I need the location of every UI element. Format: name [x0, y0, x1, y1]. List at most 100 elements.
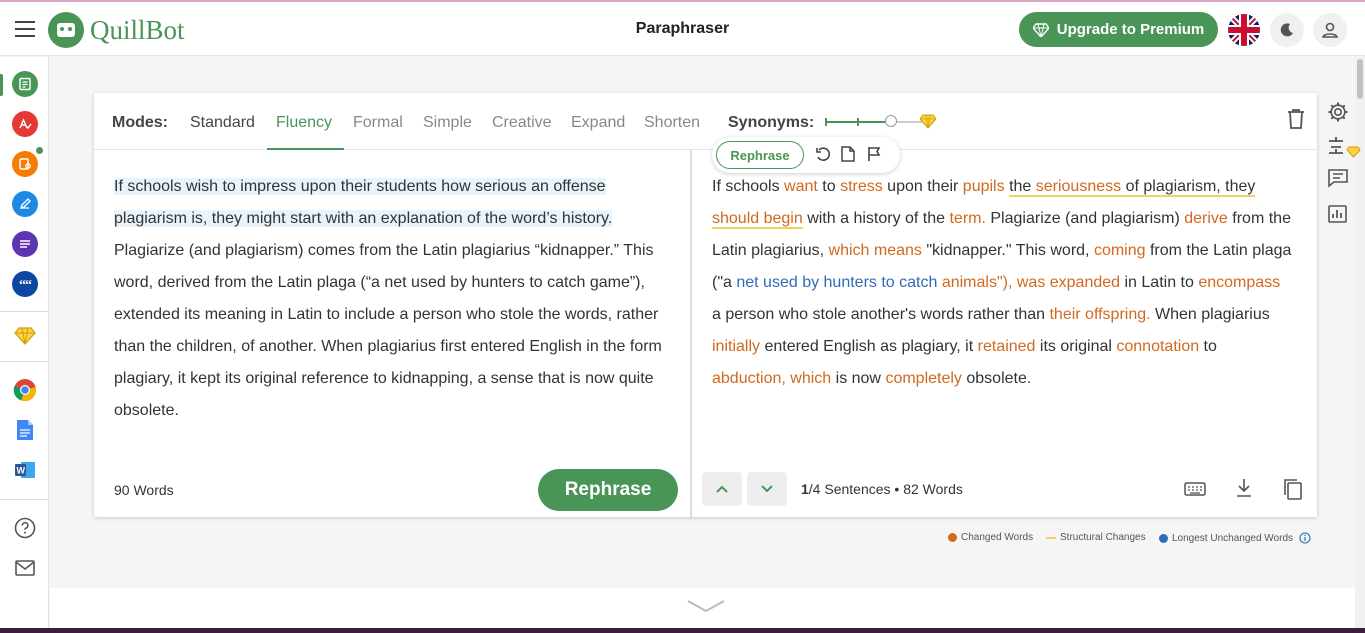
left-sidebar: ““ W	[0, 57, 49, 633]
sidebar-item-summarizer[interactable]	[12, 231, 38, 257]
mode-standard[interactable]: Standard	[190, 114, 255, 132]
sentence-total: /4 Sentences	[808, 481, 891, 497]
output-segment-ch[interactable]: connotation	[1116, 338, 1199, 355]
output-segment: is now	[831, 370, 886, 387]
sidebar-item-grammar-checker[interactable]	[12, 111, 38, 137]
output-segment-ch[interactable]: derive	[1184, 210, 1228, 227]
output-segment-ch[interactable]: encompass	[1198, 274, 1280, 291]
undo-icon[interactable]	[815, 146, 831, 162]
svg-text:“: “	[25, 278, 32, 291]
previous-sentence-button[interactable]	[702, 472, 742, 506]
output-segment: to	[1199, 338, 1217, 355]
structural-dash	[1046, 536, 1056, 539]
chevron-up-icon	[716, 485, 728, 493]
copy-icon[interactable]	[1282, 477, 1304, 501]
output-segment-ch[interactable]: their offspring.	[1049, 306, 1150, 323]
output-segment-ch[interactable]: coming	[1094, 242, 1146, 259]
sidebar-divider	[0, 311, 49, 312]
output-segment-ch[interactable]: seriousness	[1035, 178, 1122, 197]
output-segment: Plagiarize (and plagiarism)	[985, 210, 1185, 227]
flag-uk-icon[interactable]	[1228, 14, 1260, 46]
settings-icon[interactable]	[1327, 101, 1349, 123]
mail-icon[interactable]	[12, 555, 38, 581]
legend-structural: Structural Changes	[1046, 532, 1146, 543]
info-icon[interactable]	[1299, 532, 1311, 544]
mode-shorten[interactable]: Shorten	[644, 114, 700, 132]
sidebar-item-paraphraser[interactable]	[12, 71, 38, 97]
sidebar-item-google-docs[interactable]	[12, 417, 38, 443]
user-icon[interactable]	[1313, 13, 1347, 47]
compare-modes-icon[interactable]	[1327, 135, 1361, 159]
output-segment-ch[interactable]: want	[784, 178, 818, 195]
input-highlighted-sentence: If schools wish to impress upon their st…	[114, 178, 613, 227]
output-segment: with a history of the	[802, 210, 950, 227]
sidebar-divider	[0, 361, 49, 362]
synonyms-label: Synonyms:	[728, 114, 815, 131]
output-segment-ch[interactable]: should begin	[712, 210, 803, 229]
app-header: QuillBot Paraphraser Upgrade to Premium	[0, 2, 1365, 56]
mode-creative[interactable]: Creative	[492, 114, 552, 132]
mode-expand[interactable]: Expand	[571, 114, 625, 132]
comment-icon[interactable]	[1327, 168, 1349, 188]
diamond-icon[interactable]	[920, 114, 936, 129]
download-icon[interactable]	[1235, 477, 1253, 499]
output-segment-ch[interactable]: animals"), was expanded	[942, 274, 1120, 291]
output-segment-ch[interactable]: abduction, which	[712, 370, 831, 387]
output-segment: obsolete.	[961, 370, 1032, 387]
changed-dot	[948, 533, 957, 542]
sidebar-item-co-writer[interactable]	[12, 191, 38, 217]
panel-divider[interactable]	[690, 150, 692, 517]
upgrade-premium-label: Upgrade to Premium	[1056, 21, 1205, 38]
flag-icon[interactable]	[867, 146, 881, 162]
os-taskbar	[0, 628, 1365, 633]
upgrade-premium-button[interactable]: Upgrade to Premium	[1019, 12, 1218, 47]
statistics-icon[interactable]	[1327, 204, 1349, 224]
mode-formal[interactable]: Formal	[353, 114, 403, 132]
output-segment-ch[interactable]: pupils	[963, 178, 1005, 195]
sidebar-divider	[0, 499, 49, 500]
new-badge-dot	[36, 147, 43, 154]
output-segment: in Latin to	[1120, 274, 1199, 291]
svg-text:W: W	[17, 466, 26, 476]
rephrase-button[interactable]: Rephrase	[538, 469, 678, 511]
moon-icon[interactable]	[1270, 13, 1304, 47]
keyboard-icon[interactable]	[1184, 481, 1206, 497]
output-segment-ch[interactable]: term.	[949, 210, 985, 227]
chevron-down-icon[interactable]	[686, 598, 726, 614]
sidebar-item-premium[interactable]	[12, 323, 38, 349]
diamond-icon	[1032, 22, 1049, 37]
rephrase-sentence-button[interactable]: Rephrase	[716, 141, 804, 169]
output-segment-ch[interactable]: retained	[978, 338, 1036, 355]
output-segment-su: of plagiarism, they	[1121, 178, 1256, 197]
output-segment-ch[interactable]: initially	[712, 338, 760, 355]
output-segment: entered English as plagiary, it	[760, 338, 978, 355]
output-segment: a person who stole another's words rathe…	[712, 306, 1050, 323]
trash-icon[interactable]	[1287, 108, 1305, 135]
sidebar-item-word[interactable]: W	[12, 457, 38, 483]
sentence-index: 1	[801, 481, 809, 497]
output-segment: its original	[1035, 338, 1117, 355]
legend-changed-label: Changed Words	[961, 532, 1034, 543]
mode-simple[interactable]: Simple	[423, 114, 472, 132]
input-word-count: 90 Words	[114, 482, 174, 498]
sidebar-item-chrome-extension[interactable]	[12, 377, 38, 403]
output-text-area[interactable]: If schools want to stress upon their pup…	[712, 171, 1292, 395]
sentence-info: 1/4 Sentences • 82 Words	[801, 481, 963, 497]
chevron-down-icon	[761, 485, 773, 493]
sidebar-item-citation-generator[interactable]: ““	[12, 271, 38, 297]
next-sentence-button[interactable]	[747, 472, 787, 506]
output-segment: "kidnapper." This word,	[921, 242, 1094, 259]
output-segment-ch[interactable]: completely	[885, 370, 961, 387]
sidebar-item-plagiarism-checker[interactable]	[12, 147, 43, 177]
info-bullet: •	[894, 481, 900, 497]
synonyms-slider[interactable]	[825, 115, 925, 127]
help-icon[interactable]	[12, 515, 38, 541]
synonyms-slider-thumb[interactable]	[885, 115, 897, 127]
input-text-area[interactable]: If schools wish to impress upon their st…	[114, 171, 674, 427]
document-icon[interactable]	[841, 146, 855, 162]
legend-longest-label: Longest Unchanged Words	[1172, 532, 1294, 544]
output-segment-lu: net used by hunters to catch	[736, 274, 938, 291]
output-segment-ch[interactable]: which means	[829, 242, 922, 259]
mode-fluency[interactable]: Fluency	[276, 114, 332, 132]
output-segment-ch[interactable]: stress	[840, 178, 883, 195]
